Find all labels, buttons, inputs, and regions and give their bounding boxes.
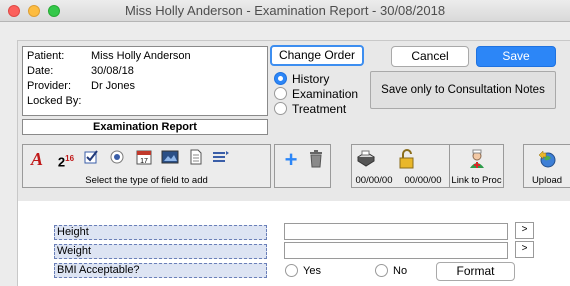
printer-icon-graphic	[357, 150, 375, 167]
save-to-consultation-notes-button[interactable]: Save only to Consultation Notes	[370, 71, 556, 109]
upload-caption: Upload	[531, 175, 563, 186]
bmi-yes-label: Yes	[303, 264, 321, 277]
height-label: Height	[54, 225, 267, 240]
print-date: 00/00/00	[355, 175, 393, 186]
height-input[interactable]	[284, 223, 508, 240]
calendar-day: 17	[140, 158, 148, 165]
add-icon[interactable]: +	[281, 149, 301, 171]
checkbox-icon-graphic	[84, 150, 98, 164]
radio-icon-graphic	[110, 150, 124, 164]
bmi-yes-radio[interactable]	[285, 264, 298, 277]
window-title: Miss Holly Anderson - Examination Report…	[124, 3, 446, 18]
bmi-no-label: No	[393, 264, 408, 277]
link-to-proc-caption: Link to Proc	[451, 175, 502, 186]
provider-value: Dr Jones	[91, 80, 136, 92]
bmi-acceptable-label: BMI Acceptable?	[54, 263, 267, 278]
weight-label: Weight	[54, 244, 267, 259]
edit-toolbox: +	[274, 144, 331, 188]
calendar-icon[interactable]: 17	[134, 149, 154, 169]
list-icon[interactable]	[211, 149, 231, 169]
document-icon-graphic	[190, 149, 202, 165]
save-button[interactable]: Save	[476, 46, 556, 67]
nurse-icon-graphic	[470, 149, 484, 168]
image-icon[interactable]	[160, 149, 180, 169]
number-icon-sup: 16	[65, 154, 75, 163]
cancel-button[interactable]: Cancel	[391, 46, 469, 67]
treatment-label: Treatment	[292, 101, 347, 116]
patient-row: Patient: Miss Holly Anderson	[27, 49, 263, 64]
treatment-radio[interactable]	[274, 102, 287, 115]
history-radio[interactable]	[274, 72, 287, 85]
examination-radio[interactable]	[274, 87, 287, 100]
report-content: Patient: Miss Holly Anderson Date: 30/08/1…	[17, 40, 570, 286]
bmi-no-radio[interactable]	[375, 264, 388, 277]
date-label: Date:	[27, 65, 54, 77]
weight-arrow-button[interactable]: >	[515, 241, 534, 258]
patient-label: Patient:	[27, 50, 65, 62]
text-a-icon[interactable]: A	[27, 149, 47, 169]
height-arrow-button[interactable]: >	[515, 222, 534, 239]
nurse-icon[interactable]	[467, 149, 487, 169]
bmi-yes-option[interactable]: Yes	[285, 264, 321, 277]
change-order-button[interactable]: Change Order	[270, 45, 364, 66]
trash-icon-graphic	[310, 150, 322, 168]
image-icon-graphic	[161, 150, 179, 164]
option-history[interactable]: History	[274, 71, 358, 86]
printer-icon[interactable]	[356, 149, 376, 169]
examination-label: Examination	[292, 86, 359, 101]
bmi-no-option[interactable]: No	[375, 264, 407, 277]
option-examination[interactable]: Examination	[274, 86, 358, 101]
lock-icon-graphic	[399, 149, 414, 169]
view-options: History Examination Treatment	[274, 71, 358, 116]
lock-date: 00/00/00	[404, 175, 442, 186]
format-button[interactable]: Format	[436, 262, 515, 281]
upload-toolbox: Upload	[523, 144, 570, 188]
option-treatment[interactable]: Treatment	[274, 101, 358, 116]
radio-icon[interactable]	[107, 149, 127, 169]
number-icon[interactable]: 216	[56, 149, 76, 169]
locked-by-label: Locked By:	[27, 95, 82, 107]
patient-info: Patient: Miss Holly Anderson Date: 30/08/1…	[22, 46, 268, 116]
provider-row: Provider: Dr Jones	[27, 79, 263, 94]
weight-input[interactable]	[284, 242, 508, 259]
document-icon[interactable]	[186, 149, 206, 169]
link-toolbox: Link to Proc	[449, 144, 504, 188]
print-lock-toolbox: 00/00/00 00/00/00	[351, 144, 455, 188]
checkbox-icon[interactable]	[81, 149, 101, 169]
upload-icon-graphic	[538, 150, 556, 168]
lock-icon[interactable]	[397, 149, 417, 169]
field-type-toolbox: A 216 17 Select the type of field to add	[22, 144, 271, 188]
date-row: Date: 30/08/18	[27, 64, 263, 79]
date-value: 30/08/18	[91, 65, 134, 77]
calendar-icon-graphic: 17	[136, 150, 152, 165]
upload-icon[interactable]	[537, 149, 557, 169]
provider-label: Provider:	[27, 80, 72, 92]
locked-by-row: Locked By:	[27, 94, 263, 109]
report-title: Examination Report	[22, 119, 268, 135]
trash-icon[interactable]	[306, 150, 326, 170]
history-label: History	[292, 71, 330, 86]
title-bar: Miss Holly Anderson - Examination Report…	[0, 0, 570, 22]
patient-name: Miss Holly Anderson	[91, 50, 191, 62]
list-icon-graphic	[213, 151, 229, 162]
field-type-caption: Select the type of field to add	[85, 175, 208, 186]
